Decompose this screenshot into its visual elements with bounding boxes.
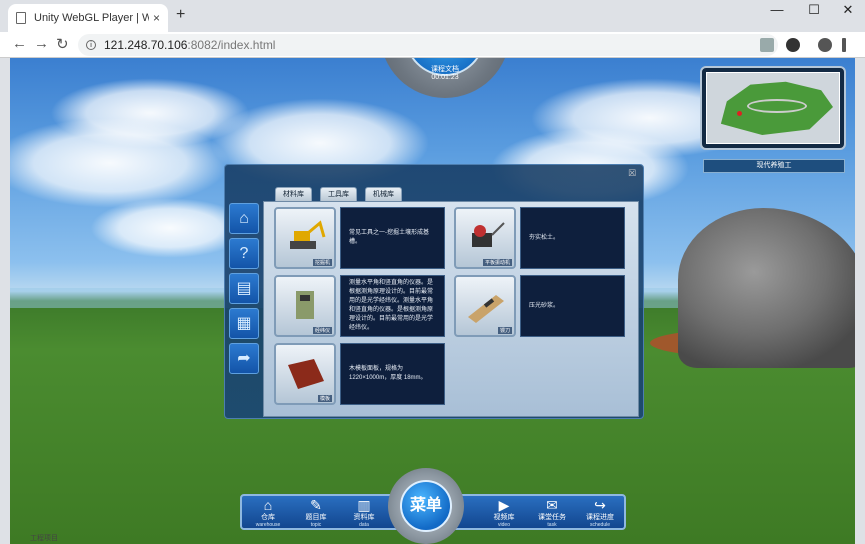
menu-label: 课程进度 (586, 514, 614, 521)
info-icon[interactable]: i (86, 40, 96, 50)
menu-label: 资料库 (353, 514, 375, 521)
dialog-sidebar: ⌂ ? ▤ ▦ ➦ (229, 203, 259, 378)
url-host: 121.248.70.106 (104, 38, 188, 52)
schedule-icon: ↪ (594, 497, 606, 513)
tab-close-button[interactable]: × (153, 11, 160, 25)
tab-materials[interactable]: 材料库 (275, 187, 312, 201)
course-doc-title: 课程文档 (431, 66, 459, 73)
theodolite-icon (296, 291, 314, 319)
item-caption: 挖掘机 (312, 259, 332, 266)
home-icon[interactable]: ⌂ (229, 203, 259, 234)
help-icon[interactable]: ? (229, 238, 259, 269)
profile-icon[interactable] (818, 38, 832, 52)
unity-game-canvas[interactable]: 课程文档 00:01:23 现代养殖工 ☒ ⌂ ? ▤ ▦ ➦ 材料库 工具库 … (10, 58, 855, 544)
video-icon: ▶ (498, 497, 510, 513)
document-icon (16, 12, 26, 24)
tab-machinery[interactable]: 机械库 (365, 187, 402, 201)
menu-data[interactable]: ▥ 资料库 data (340, 496, 388, 530)
menu-task[interactable]: ✉ 课堂任务 task (528, 496, 576, 530)
data-icon: ▥ (357, 497, 371, 513)
browser-toolbar: ← → ↻ i 121.248.70.106:8082/index.html (0, 32, 865, 58)
tab-tools[interactable]: 工具库 (320, 187, 357, 201)
item-description: 常见工具之一-挖掘土壤形成基槽。 (340, 207, 445, 269)
browser-tab[interactable]: Unity WebGL Player | WtScript × (8, 4, 168, 32)
topic-icon: ✎ (310, 497, 322, 513)
item-caption: 经纬仪 (312, 327, 332, 334)
item-description: 测量水平角和竖直角的仪器。是根据测角原理设计的。目前最常用的是光学经纬仪。测量水… (340, 275, 445, 337)
menu-video[interactable]: ▶ 视频库 video (480, 496, 528, 530)
back-button[interactable]: ← (12, 35, 27, 52)
warehouse-icon: ⌂ (263, 497, 273, 513)
menu-label: 仓库 (261, 514, 275, 521)
library-tabs: 材料库 工具库 机械库 (275, 187, 410, 201)
excavator-icon (290, 220, 326, 249)
course-doc-button[interactable]: 课程文档 00:01:23 (405, 58, 485, 81)
reload-button[interactable]: ↻ (56, 35, 69, 53)
cloud (10, 118, 230, 208)
theodolite-thumbnail[interactable]: 经纬仪 (274, 275, 336, 337)
menu-label: 视频库 (493, 514, 515, 521)
item-caption: 平板振动机 (482, 259, 512, 266)
trowel-icon (468, 295, 504, 323)
main-menu-gear[interactable]: 菜单 (388, 468, 464, 544)
close-window-button[interactable]: ✕ (831, 0, 865, 22)
menu-sublabel: topic (310, 522, 322, 528)
library-panel: 挖掘机 常见工具之一-挖掘土壤形成基槽。 平板振动机 夯实松土。 经纬仪 测量水… (263, 201, 639, 417)
minimap-label: 现代养殖工 (703, 159, 845, 173)
menu-dots-icon[interactable] (842, 38, 846, 52)
course-timer: 00:01:23 (431, 74, 459, 81)
new-tab-button[interactable]: + (176, 6, 185, 24)
status-fragment: 工程项目 (30, 535, 58, 542)
book-icon[interactable]: ▤ (229, 273, 259, 304)
translate-icon[interactable] (760, 38, 774, 52)
list-item[interactable]: 镘刀 压光砂浆。 (454, 275, 625, 337)
share-icon[interactable]: ➦ (229, 343, 259, 374)
item-description: 夯实松土。 (520, 207, 625, 269)
list-item[interactable]: 挖掘机 常见工具之一-挖掘土壤形成基槽。 (274, 207, 445, 269)
player-marker-icon (737, 111, 742, 116)
library-dialog: ☒ ⌂ ? ▤ ▦ ➦ 材料库 工具库 机械库 挖掘机 常见工具之一-挖掘土壤形… (224, 164, 644, 419)
item-description: 压光砂浆。 (520, 275, 625, 337)
menu-topic[interactable]: ✎ 题目库 topic (292, 496, 340, 530)
minimize-button[interactable]: — (760, 0, 794, 22)
extension-icon[interactable] (786, 38, 800, 52)
course-doc-gear[interactable]: 课程文档 00:01:23 (380, 58, 510, 98)
formwork-board-icon (288, 359, 324, 389)
menu-schedule[interactable]: ↪ 课程进度 schedule (576, 496, 624, 530)
excavator-thumbnail[interactable]: 挖掘机 (274, 207, 336, 269)
tab-title: Unity WebGL Player | WtScript (34, 12, 149, 24)
dialog-close-button[interactable]: ☒ (627, 168, 637, 178)
compactor-icon (472, 222, 505, 247)
address-bar[interactable]: i 121.248.70.106:8082/index.html (78, 34, 778, 56)
menu-sublabel: data (359, 522, 369, 528)
minimap[interactable] (700, 66, 846, 150)
menu-sublabel: warehouse (255, 522, 281, 528)
menu-label: 题目库 (305, 514, 327, 521)
maximize-button[interactable]: ☐ (797, 0, 831, 22)
list-item[interactable]: 平板振动机 夯实松土。 (454, 207, 625, 269)
film-icon[interactable]: ▦ (229, 308, 259, 339)
minimap-view (706, 72, 840, 144)
menu-sublabel: schedule (589, 522, 610, 528)
rock-mountain (678, 208, 855, 368)
main-menu-button[interactable]: 菜单 (400, 480, 452, 532)
url-path: :8082/index.html (187, 38, 276, 52)
menu-sublabel: task (547, 522, 557, 528)
plate-compactor-thumbnail[interactable]: 平板振动机 (454, 207, 516, 269)
item-caption: 模板 (317, 395, 332, 402)
trowel-thumbnail[interactable]: 镘刀 (454, 275, 516, 337)
item-caption: 镘刀 (497, 327, 512, 334)
task-icon: ✉ (546, 497, 558, 513)
menu-label: 课堂任务 (538, 514, 566, 521)
browser-tabbar: Unity WebGL Player | WtScript × + — ☐ ✕ (0, 0, 865, 32)
menu-sublabel: video (498, 522, 510, 528)
formwork-thumbnail[interactable]: 模板 (274, 343, 336, 405)
item-description: 木模板面板，规格为 1220×1000m，厚度 18mm。 (340, 343, 445, 405)
menu-warehouse[interactable]: ⌂ 仓库 warehouse (244, 496, 292, 530)
list-item[interactable]: 经纬仪 测量水平角和竖直角的仪器。是根据测角原理设计的。目前最常用的是光学经纬仪… (274, 275, 445, 337)
minimap-road (747, 99, 807, 113)
list-item[interactable]: 模板 木模板面板，规格为 1220×1000m，厚度 18mm。 (274, 343, 445, 405)
forward-button[interactable]: → (34, 35, 49, 52)
